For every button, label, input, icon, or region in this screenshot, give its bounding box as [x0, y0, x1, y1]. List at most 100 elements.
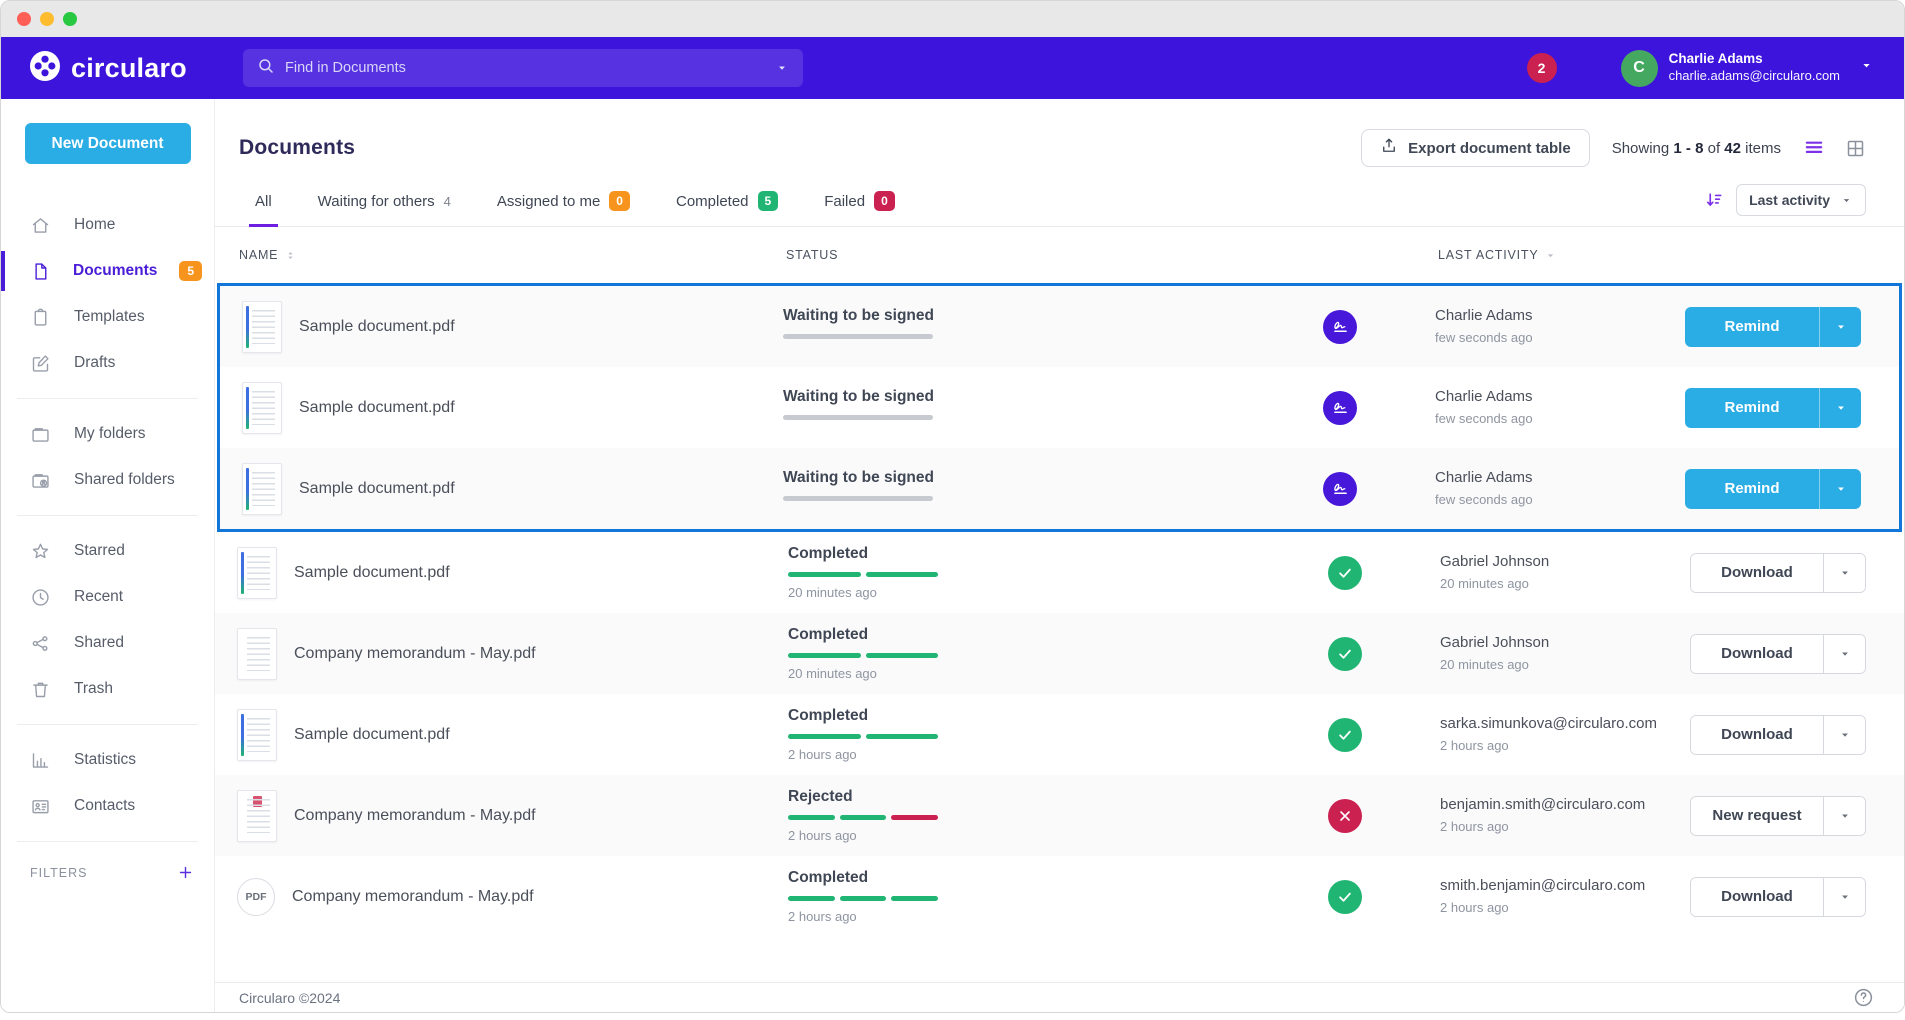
- table-row[interactable]: Sample document.pdf Waiting to be signed…: [220, 448, 1899, 529]
- search-scope-caret-icon[interactable]: [775, 61, 789, 75]
- table-row[interactable]: Company memorandum - May.pdf Completed 2…: [215, 613, 1904, 694]
- tab-label: Assigned to me: [497, 193, 600, 210]
- row-action-button[interactable]: Remind: [1685, 307, 1819, 347]
- column-header-last-activity[interactable]: LAST ACTIVITY: [1392, 248, 1688, 262]
- export-document-table-button[interactable]: Export document table: [1361, 129, 1590, 167]
- search-input[interactable]: [285, 60, 765, 76]
- status-time: 2 hours ago: [788, 747, 1288, 762]
- check-icon: [1328, 880, 1362, 914]
- avatar: C: [1621, 50, 1658, 87]
- brand-name: circularo: [71, 53, 187, 84]
- document-name: Company memorandum - May.pdf: [294, 807, 536, 825]
- last-activity-time: 2 hours ago: [1440, 819, 1690, 835]
- status-label: Waiting to be signed: [783, 469, 1283, 487]
- column-header-status[interactable]: STATUS: [786, 248, 1326, 262]
- row-action-caret-icon[interactable]: [1823, 716, 1865, 754]
- status-progress-bar: [783, 415, 933, 420]
- notifications-badge[interactable]: 2: [1527, 53, 1557, 83]
- table-row[interactable]: Sample document.pdf Completed 2 hours ag…: [215, 694, 1904, 775]
- table-row[interactable]: Sample document.pdf Waiting to be signed…: [220, 286, 1899, 367]
- sort-direction-icon[interactable]: [1704, 190, 1724, 210]
- tab-assigned-to-me[interactable]: Assigned to me0: [481, 181, 646, 226]
- add-filter-button[interactable]: [177, 864, 194, 881]
- row-action-button[interactable]: Download: [1691, 554, 1823, 592]
- sidebar-item-label: Drafts: [74, 354, 115, 372]
- table-row[interactable]: Company memorandum - May.pdf Rejected 2 …: [215, 775, 1904, 856]
- row-action-button[interactable]: Remind: [1685, 469, 1819, 509]
- zoom-window-button[interactable]: [63, 12, 77, 26]
- sort-arrows-icon: [284, 249, 297, 262]
- sidebar-item-drafts[interactable]: Drafts: [1, 340, 214, 386]
- status-time: 2 hours ago: [788, 909, 1288, 924]
- row-action-caret-icon[interactable]: [1819, 469, 1861, 509]
- sidebar-item-documents[interactable]: Documents5: [1, 248, 214, 294]
- sidebar-item-starred[interactable]: Starred: [1, 528, 214, 574]
- row-action-button[interactable]: New request: [1691, 797, 1823, 835]
- divider: [17, 724, 198, 725]
- last-activity-actor: sarka.simunkova@circularo.com: [1440, 715, 1690, 733]
- row-action-button[interactable]: Remind: [1685, 388, 1819, 428]
- sidebar-item-shared[interactable]: Shared: [1, 620, 214, 666]
- tab-count-badge: 5: [758, 191, 779, 211]
- sidebar-item-label: My folders: [74, 425, 146, 443]
- grid-view-icon[interactable]: [1845, 138, 1866, 159]
- document-table: Sample document.pdf Waiting to be signed…: [215, 283, 1904, 982]
- global-search[interactable]: [243, 49, 803, 87]
- row-action-button[interactable]: Download: [1691, 635, 1823, 673]
- main-content: Documents Export document table Showing …: [215, 99, 1904, 1012]
- sidebar-item-trash[interactable]: Trash: [1, 666, 214, 712]
- sidebar-item-my-folders[interactable]: My folders: [1, 411, 214, 457]
- table-row[interactable]: Sample document.pdf Completed 20 minutes…: [215, 532, 1904, 613]
- sidebar-item-statistics[interactable]: Statistics: [1, 737, 214, 783]
- close-window-button[interactable]: [17, 12, 31, 26]
- tab-failed[interactable]: Failed0: [808, 181, 911, 226]
- user-menu[interactable]: C Charlie Adams charlie.adams@circularo.…: [1621, 50, 1874, 87]
- sidebar-item-home[interactable]: Home: [1, 202, 214, 248]
- row-action-caret-icon[interactable]: [1819, 307, 1861, 347]
- table-row[interactable]: Sample document.pdf Waiting to be signed…: [220, 367, 1899, 448]
- status-progress-bar: [788, 572, 938, 577]
- row-action-button[interactable]: Download: [1691, 878, 1823, 916]
- statistics-icon: [30, 749, 52, 771]
- sort-by-dropdown[interactable]: Last activity: [1736, 184, 1866, 216]
- row-action-caret-icon[interactable]: [1823, 635, 1865, 673]
- column-header-name[interactable]: NAME: [239, 248, 786, 262]
- check-icon: [1328, 718, 1362, 752]
- tab-waiting-for-others[interactable]: Waiting for others4: [302, 181, 467, 226]
- sidebar-item-shared-folders[interactable]: Shared folders: [1, 457, 214, 503]
- row-action-caret-icon[interactable]: [1823, 797, 1865, 835]
- document-name: Sample document.pdf: [294, 726, 450, 744]
- sidebar-item-recent[interactable]: Recent: [1, 574, 214, 620]
- row-action-caret-icon[interactable]: [1819, 388, 1861, 428]
- row-action-caret-icon[interactable]: [1823, 878, 1865, 916]
- help-icon[interactable]: [1853, 987, 1874, 1008]
- brand[interactable]: circularo: [1, 50, 215, 87]
- list-view-icon[interactable]: [1803, 137, 1825, 159]
- sidebar-item-contacts[interactable]: Contacts: [1, 783, 214, 829]
- sidebar-nav: HomeDocuments5Templates Drafts My folders S…: [1, 198, 214, 833]
- new-document-button[interactable]: New Document: [25, 123, 191, 164]
- cross-icon: [1328, 799, 1362, 833]
- user-email: charlie.adams@circularo.com: [1669, 68, 1840, 84]
- document-name: Company memorandum - May.pdf: [294, 645, 536, 663]
- minimize-window-button[interactable]: [40, 12, 54, 26]
- tab-all[interactable]: All: [239, 181, 288, 226]
- row-action-button[interactable]: Download: [1691, 716, 1823, 754]
- sidebar-item-templates[interactable]: Templates: [1, 294, 214, 340]
- row-action-caret-icon[interactable]: [1823, 554, 1865, 592]
- export-icon: [1380, 137, 1398, 159]
- tab-label: All: [255, 193, 272, 210]
- last-activity-actor: Charlie Adams: [1435, 388, 1685, 406]
- check-icon: [1328, 556, 1362, 590]
- status-progress-bar: [788, 815, 938, 820]
- table-row[interactable]: PDF Company memorandum - May.pdf Complet…: [215, 856, 1904, 937]
- page-title: Documents: [239, 136, 355, 160]
- document-name: Sample document.pdf: [299, 480, 455, 498]
- divider: [17, 398, 198, 399]
- document-thumbnail-icon: [242, 463, 282, 515]
- tab-count-badge: 0: [874, 191, 895, 211]
- home-icon: [30, 214, 52, 236]
- document-thumbnail-icon: [237, 709, 277, 761]
- tab-completed[interactable]: Completed5: [660, 181, 794, 226]
- last-activity-time: 20 minutes ago: [1440, 576, 1690, 592]
